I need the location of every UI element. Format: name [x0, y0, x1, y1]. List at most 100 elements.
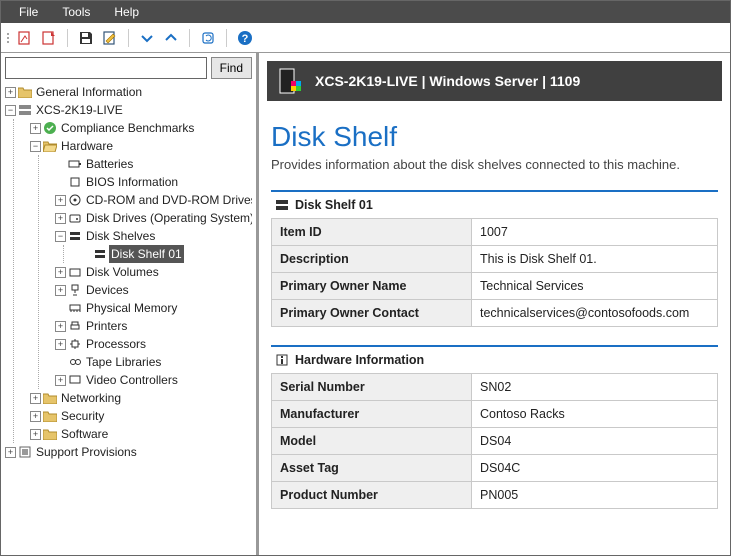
table-row: Primary Owner Contacttechnicalservices@c…: [272, 300, 718, 327]
menu-file[interactable]: File: [7, 3, 50, 21]
folder-icon: [43, 427, 57, 441]
video-icon: [68, 373, 82, 387]
menubar: File Tools Help: [1, 1, 730, 23]
disk-icon: [68, 211, 82, 225]
tree-item[interactable]: Processors: [84, 335, 148, 353]
server-icon: [18, 103, 32, 117]
expander-icon[interactable]: −: [5, 105, 16, 116]
tree-item[interactable]: Compliance Benchmarks: [59, 119, 196, 137]
tree-item[interactable]: BIOS Information: [84, 173, 180, 191]
shelf-icon: [68, 229, 82, 243]
expander-icon[interactable]: +: [30, 393, 41, 404]
search-row: Find: [5, 57, 252, 79]
folder-open-icon: [43, 139, 57, 153]
expander-icon[interactable]: +: [5, 447, 16, 458]
tree-item[interactable]: CD-ROM and DVD-ROM Drives: [84, 191, 252, 209]
tree-item[interactable]: Devices: [84, 281, 131, 299]
folder-icon: [18, 85, 32, 99]
panel-header-title: XCS-2K19-LIVE | Windows Server | 1109: [315, 73, 580, 89]
toolbar: ?: [1, 23, 730, 53]
section-title: Hardware Information: [295, 353, 424, 367]
tree-item[interactable]: Physical Memory: [84, 299, 179, 317]
expander-icon[interactable]: +: [55, 375, 66, 386]
tree-item[interactable]: Support Provisions: [34, 443, 139, 461]
tree-item[interactable]: Printers: [84, 317, 129, 335]
collapse-all-icon[interactable]: [161, 28, 181, 48]
search-input[interactable]: [5, 57, 207, 79]
server-logo-icon: [277, 67, 305, 95]
folder-icon: [43, 391, 57, 405]
tree-item[interactable]: Tape Libraries: [84, 353, 163, 371]
nav-tree[interactable]: + General Information − XCS-2K19-LIVE + …: [5, 83, 252, 551]
device-icon: [68, 283, 82, 297]
tree-item[interactable]: Software: [59, 425, 110, 443]
chip-icon: [68, 175, 82, 189]
support-icon: [18, 445, 32, 459]
expander-icon[interactable]: +: [55, 339, 66, 350]
refresh-icon[interactable]: [198, 28, 218, 48]
shelf-icon: [93, 247, 107, 261]
section-hardware-info: Hardware Information Serial NumberSN02 M…: [271, 345, 718, 509]
folder-icon: [43, 409, 57, 423]
pdf-icon[interactable]: [15, 28, 35, 48]
info-icon: [275, 353, 289, 367]
expander-icon[interactable]: +: [55, 195, 66, 206]
tree-item[interactable]: General Information: [34, 83, 144, 101]
tree-item[interactable]: Disk Shelves: [84, 227, 157, 245]
details-pane: XCS-2K19-LIVE | Windows Server | 1109 Di…: [259, 53, 730, 555]
export-icon[interactable]: [39, 28, 59, 48]
section-disk-shelf: Disk Shelf 01 Item ID1007 DescriptionThi…: [271, 190, 718, 327]
section-title: Disk Shelf 01: [295, 198, 373, 212]
tree-item[interactable]: Networking: [59, 389, 123, 407]
page-title: Disk Shelf: [271, 121, 718, 153]
expander-icon[interactable]: +: [30, 429, 41, 440]
expander-icon[interactable]: −: [55, 231, 66, 242]
table-row: Item ID1007: [272, 219, 718, 246]
table-row: Serial NumberSN02: [272, 374, 718, 401]
tree-item-selected[interactable]: Disk Shelf 01: [109, 245, 184, 263]
expander-icon[interactable]: +: [55, 213, 66, 224]
volume-icon: [68, 265, 82, 279]
compliance-icon: [43, 121, 57, 135]
expander-icon[interactable]: +: [5, 87, 16, 98]
disc-icon: [68, 193, 82, 207]
tape-icon: [68, 355, 82, 369]
shelf-icon: [275, 198, 289, 212]
left-pane: Find + General Information − XCS-2K19-LI…: [1, 53, 259, 555]
find-button[interactable]: Find: [211, 57, 252, 79]
tree-item[interactable]: Disk Volumes: [84, 263, 161, 281]
page-subtitle: Provides information about the disk shel…: [271, 157, 718, 172]
expander-icon[interactable]: +: [30, 411, 41, 422]
svg-text:?: ?: [242, 33, 249, 45]
table-disk-shelf: Item ID1007 DescriptionThis is Disk Shel…: [271, 218, 718, 327]
table-row: Asset TagDS04C: [272, 455, 718, 482]
expander-icon[interactable]: −: [30, 141, 41, 152]
tree-item[interactable]: Batteries: [84, 155, 135, 173]
expander-icon[interactable]: +: [55, 321, 66, 332]
tree-item[interactable]: Hardware: [59, 137, 115, 155]
table-row: ManufacturerContoso Racks: [272, 401, 718, 428]
expander-icon[interactable]: +: [55, 285, 66, 296]
table-row: DescriptionThis is Disk Shelf 01.: [272, 246, 718, 273]
menu-tools[interactable]: Tools: [50, 3, 102, 21]
battery-icon: [68, 157, 82, 171]
menu-help[interactable]: Help: [102, 3, 151, 21]
memory-icon: [68, 301, 82, 315]
cpu-icon: [68, 337, 82, 351]
expand-all-icon[interactable]: [137, 28, 157, 48]
table-row: Primary Owner NameTechnical Services: [272, 273, 718, 300]
tree-item[interactable]: Security: [59, 407, 106, 425]
tree-item[interactable]: Disk Drives (Operating System): [84, 209, 252, 227]
help-icon[interactable]: ?: [235, 28, 255, 48]
edit-icon[interactable]: [100, 28, 120, 48]
expander-icon[interactable]: +: [30, 123, 41, 134]
expander-icon[interactable]: +: [55, 267, 66, 278]
toolbar-grip: [5, 33, 11, 43]
tree-item[interactable]: Video Controllers: [84, 371, 180, 389]
panel-header: XCS-2K19-LIVE | Windows Server | 1109: [267, 61, 722, 101]
table-row: Product NumberPN005: [272, 482, 718, 509]
table-hardware-info: Serial NumberSN02 ManufacturerContoso Ra…: [271, 373, 718, 509]
tree-item[interactable]: XCS-2K19-LIVE: [34, 101, 125, 119]
printer-icon: [68, 319, 82, 333]
save-icon[interactable]: [76, 28, 96, 48]
